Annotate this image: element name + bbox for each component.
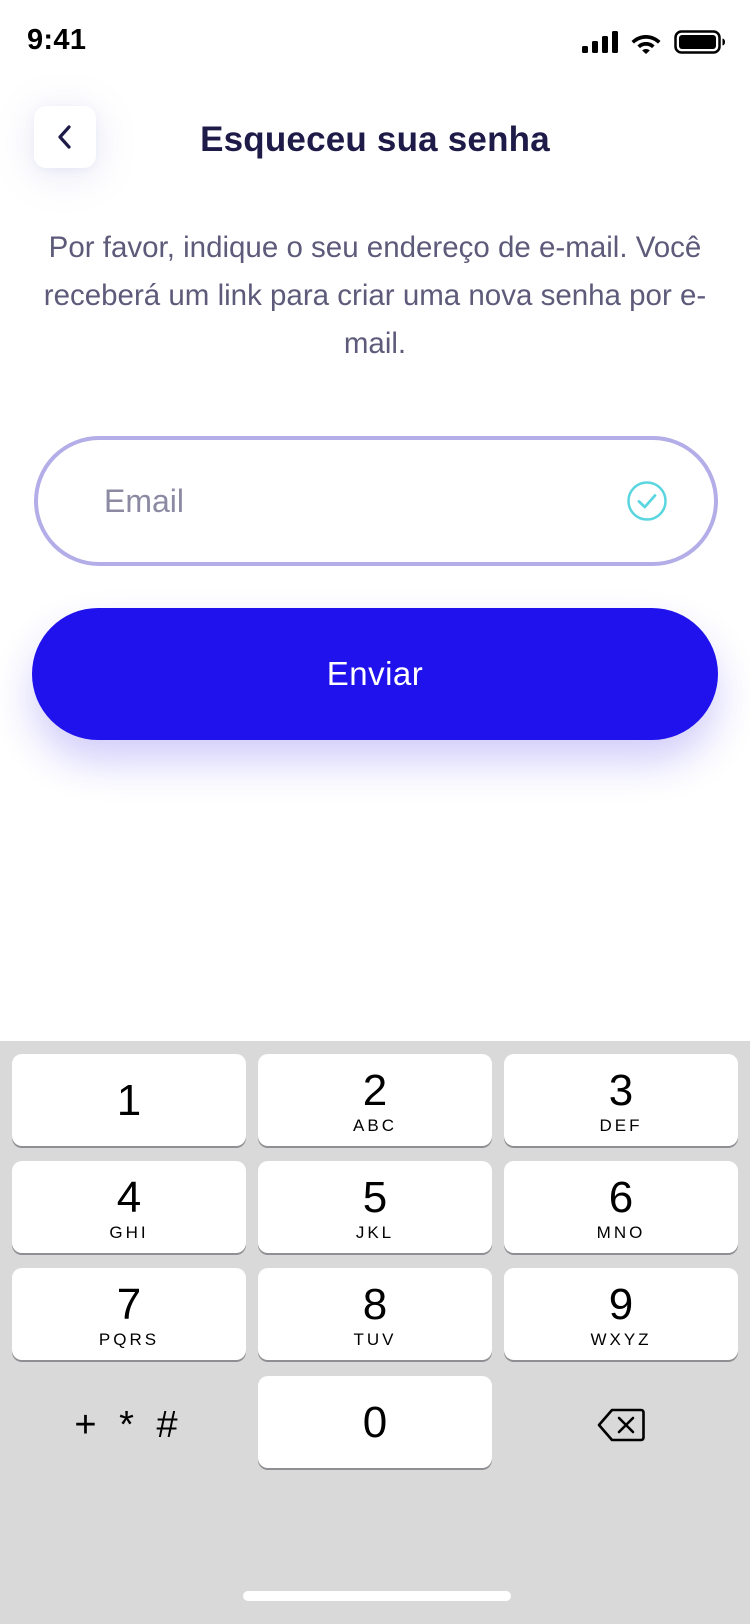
submit-button[interactable]: Enviar: [32, 608, 718, 740]
key-digit: 4: [116, 1173, 142, 1222]
status-bar: 9:41: [0, 0, 750, 88]
key-letters: JKL: [355, 1223, 395, 1242]
key-9[interactable]: 9 WXYZ: [504, 1268, 738, 1360]
key-letters: WXYZ: [590, 1330, 652, 1349]
key-3[interactable]: 3 DEF: [504, 1054, 738, 1146]
key-8[interactable]: 8 TUV: [258, 1268, 492, 1360]
key-0[interactable]: 0: [258, 1376, 492, 1468]
key-4[interactable]: 4 GHI: [12, 1161, 246, 1253]
description-text: Por favor, indique o seu endereço de e-m…: [43, 231, 707, 360]
key-letters: MNO: [596, 1223, 646, 1242]
key-7[interactable]: 7 PQRS: [12, 1268, 246, 1360]
signal-icon: [582, 31, 618, 53]
key-digit: 7: [116, 1280, 142, 1329]
key-digit: 1: [116, 1076, 142, 1125]
key-5[interactable]: 5 JKL: [258, 1161, 492, 1253]
key-letters: GHI: [109, 1223, 149, 1242]
key-digit: 3: [608, 1066, 634, 1115]
key-2[interactable]: 2 ABC: [258, 1054, 492, 1146]
key-digit: 8: [362, 1280, 388, 1329]
key-letters: DEF: [599, 1116, 643, 1135]
key-digit: 6: [608, 1173, 634, 1222]
backspace-icon: [597, 1408, 645, 1442]
key-digit: 5: [362, 1173, 388, 1222]
key-symbols[interactable]: + * #: [12, 1379, 246, 1471]
battery-icon: [674, 30, 725, 54]
status-time: 9:41: [27, 24, 87, 56]
check-circle-icon: [627, 481, 667, 521]
key-letters: PQRS: [98, 1330, 160, 1349]
page-title: Esqueceu sua senha: [200, 120, 550, 159]
key-letters: TUV: [353, 1330, 397, 1349]
key-digit: 0: [362, 1398, 388, 1447]
wifi-icon: [631, 34, 661, 54]
key-1[interactable]: 1: [12, 1054, 246, 1146]
key-digit: 9: [608, 1280, 634, 1329]
email-input[interactable]: [104, 482, 626, 520]
key-6[interactable]: 6 MNO: [504, 1161, 738, 1253]
home-indicator: [243, 1591, 511, 1601]
status-icons: [582, 30, 726, 54]
email-field[interactable]: [34, 436, 718, 566]
key-digit: 2: [362, 1066, 388, 1115]
key-letters: ABC: [353, 1116, 397, 1135]
delete-key[interactable]: [504, 1379, 738, 1471]
